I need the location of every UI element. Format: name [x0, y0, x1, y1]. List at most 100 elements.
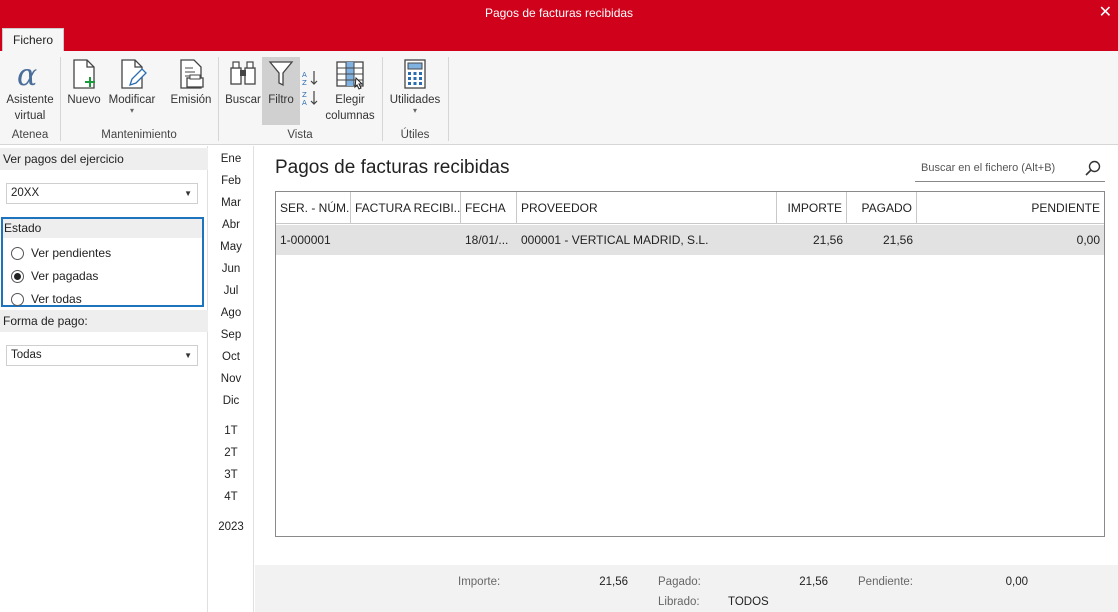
- filtro-label: Filtro: [268, 94, 294, 106]
- estado-group: Estado Ver pendientes Ver pagadas Ver to…: [1, 217, 204, 307]
- month-may[interactable]: May: [208, 241, 254, 253]
- emision-label: Emisión: [170, 94, 212, 106]
- sort-ascending-icon[interactable]: AZ: [302, 69, 320, 90]
- month-nov[interactable]: Nov: [208, 373, 254, 385]
- column-header-ser-num[interactable]: SER. - NÚM.: [276, 192, 351, 224]
- buscar-button[interactable]: Buscar: [224, 57, 262, 107]
- quarter-4t[interactable]: 4T: [208, 491, 254, 503]
- importe-total: 21,56: [599, 576, 628, 588]
- alpha-icon: α: [2, 57, 58, 91]
- svg-text:α: α: [17, 58, 37, 90]
- column-header-proveedor[interactable]: PROVEEDOR: [517, 192, 777, 224]
- month-sep[interactable]: Sep: [208, 329, 254, 341]
- group-mantenimiento: Mantenimiento: [101, 129, 177, 141]
- search-icon[interactable]: [1085, 160, 1101, 179]
- pagado-total: 21,56: [799, 576, 828, 588]
- print-document-icon: [168, 57, 214, 91]
- radio-unchecked: [11, 246, 24, 260]
- month-abr[interactable]: Abr: [208, 219, 254, 231]
- librado-value: TODOS: [728, 596, 769, 608]
- modificar-label: Modificar: [108, 94, 156, 106]
- year-2023[interactable]: 2023: [208, 521, 254, 533]
- month-oct[interactable]: Oct: [208, 351, 254, 363]
- chevron-down-icon: ▼: [184, 351, 192, 360]
- ejercicio-value: 20XX: [11, 187, 40, 199]
- month-feb[interactable]: Feb: [208, 175, 254, 187]
- svg-text:Z: Z: [302, 91, 307, 99]
- radio-label: Ver pagadas: [31, 269, 99, 283]
- ejercicio-heading: Ver pagos del ejercicio: [0, 148, 208, 170]
- pendiente-total: 0,00: [1005, 576, 1028, 588]
- ribbon: α Asistente virtual Atenea Nuevo Modific…: [0, 51, 1118, 145]
- svg-text:Z: Z: [302, 79, 307, 87]
- emision-button[interactable]: Emisión: [168, 57, 214, 107]
- asistente-label-2: virtual: [14, 110, 46, 122]
- payments-table: SER. - NÚM. FACTURA RECIBI... FECHA PROV…: [275, 191, 1105, 537]
- page-title: Pagos de facturas recibidas: [275, 157, 510, 178]
- binoculars-icon: [224, 57, 262, 91]
- new-document-icon: [64, 57, 104, 91]
- columns-icon: [322, 57, 378, 91]
- modificar-button[interactable]: Modificar ▾: [104, 57, 160, 115]
- main-content: Pagos de facturas recibidas Buscar en el…: [255, 146, 1118, 612]
- search-input[interactable]: Buscar en el fichero (Alt+B): [915, 156, 1105, 182]
- asistente-label-1: Asistente: [6, 94, 54, 106]
- month-jul[interactable]: Jul: [208, 285, 254, 297]
- radio-ver-pagadas[interactable]: Ver pagadas: [11, 266, 98, 286]
- column-header-factura[interactable]: FACTURA RECIBI...: [351, 192, 461, 224]
- svg-text:A: A: [302, 71, 307, 79]
- tab-fichero[interactable]: Fichero: [2, 28, 64, 52]
- chevron-down-icon: ▼: [184, 189, 192, 198]
- radio-ver-todas[interactable]: Ver todas: [11, 289, 82, 309]
- elegir-label-1: Elegir: [335, 94, 365, 106]
- utilidades-button[interactable]: Utilidades ▾: [386, 57, 444, 115]
- forma-pago-select[interactable]: Todas ▼: [6, 345, 198, 366]
- importe-label: Importe:: [458, 576, 501, 588]
- group-utiles: Útiles: [400, 129, 430, 141]
- month-ago[interactable]: Ago: [208, 307, 254, 319]
- column-header-importe[interactable]: IMPORTE: [777, 192, 847, 224]
- column-header-pagado[interactable]: PAGADO: [847, 192, 917, 224]
- cell-proveedor: 000001 - VERTICAL MADRID, S.L.: [521, 233, 709, 247]
- elegir-columnas-button[interactable]: Elegir columnas: [322, 57, 378, 123]
- nuevo-button[interactable]: Nuevo: [64, 57, 104, 107]
- elegir-label-2: columnas: [325, 110, 375, 122]
- pagado-label: Pagado:: [658, 576, 701, 588]
- ribbon-tab-strip: Fichero: [0, 27, 1118, 52]
- ejercicio-select[interactable]: 20XX ▼: [6, 183, 198, 204]
- group-atenea: Atenea: [11, 129, 49, 141]
- column-header-pendiente[interactable]: PENDIENTE: [917, 192, 1104, 224]
- month-dic[interactable]: Dic: [208, 395, 254, 407]
- filter-pane: Ver pagos del ejercicio 20XX ▼ Estado Ve…: [0, 146, 208, 612]
- column-header-fecha[interactable]: FECHA: [461, 192, 517, 224]
- group-separator: [448, 57, 449, 141]
- radio-unchecked: [11, 292, 24, 306]
- nuevo-label: Nuevo: [67, 94, 101, 106]
- cell-pendiente: 0,00: [1076, 233, 1100, 247]
- librado-label: Librado:: [658, 596, 700, 608]
- radio-label: Ver pendientes: [31, 246, 112, 260]
- table-row[interactable]: 1-000001 18/01/... 000001 - VERTICAL MAD…: [276, 225, 1104, 255]
- cell-pagado: 21,56: [882, 233, 913, 247]
- quarter-3t[interactable]: 3T: [208, 469, 254, 481]
- close-icon[interactable]: ✕: [1099, 2, 1112, 22]
- chevron-down-icon: ▾: [412, 106, 417, 115]
- cell-ser-num: 1-000001: [280, 233, 331, 247]
- quarter-1t[interactable]: 1T: [208, 425, 254, 437]
- group-vista: Vista: [287, 129, 313, 141]
- month-mar[interactable]: Mar: [208, 197, 254, 209]
- calculator-icon: [386, 57, 444, 91]
- period-selector: Ene Feb Mar Abr May Jun Jul Ago Sep Oct …: [208, 146, 254, 612]
- edit-document-icon: [104, 57, 160, 91]
- asistente-virtual-button[interactable]: α Asistente virtual: [2, 57, 58, 123]
- cell-factura: [351, 225, 461, 255]
- estado-heading: Estado: [3, 219, 202, 238]
- cell-importe: 21,56: [812, 233, 843, 247]
- filter-icon: [262, 57, 300, 91]
- radio-ver-pendientes[interactable]: Ver pendientes: [11, 243, 111, 263]
- month-jun[interactable]: Jun: [208, 263, 254, 275]
- quarter-2t[interactable]: 2T: [208, 447, 254, 459]
- filtro-button[interactable]: Filtro: [262, 57, 300, 125]
- month-ene[interactable]: Ene: [208, 153, 254, 165]
- sort-descending-icon[interactable]: ZA: [302, 89, 320, 110]
